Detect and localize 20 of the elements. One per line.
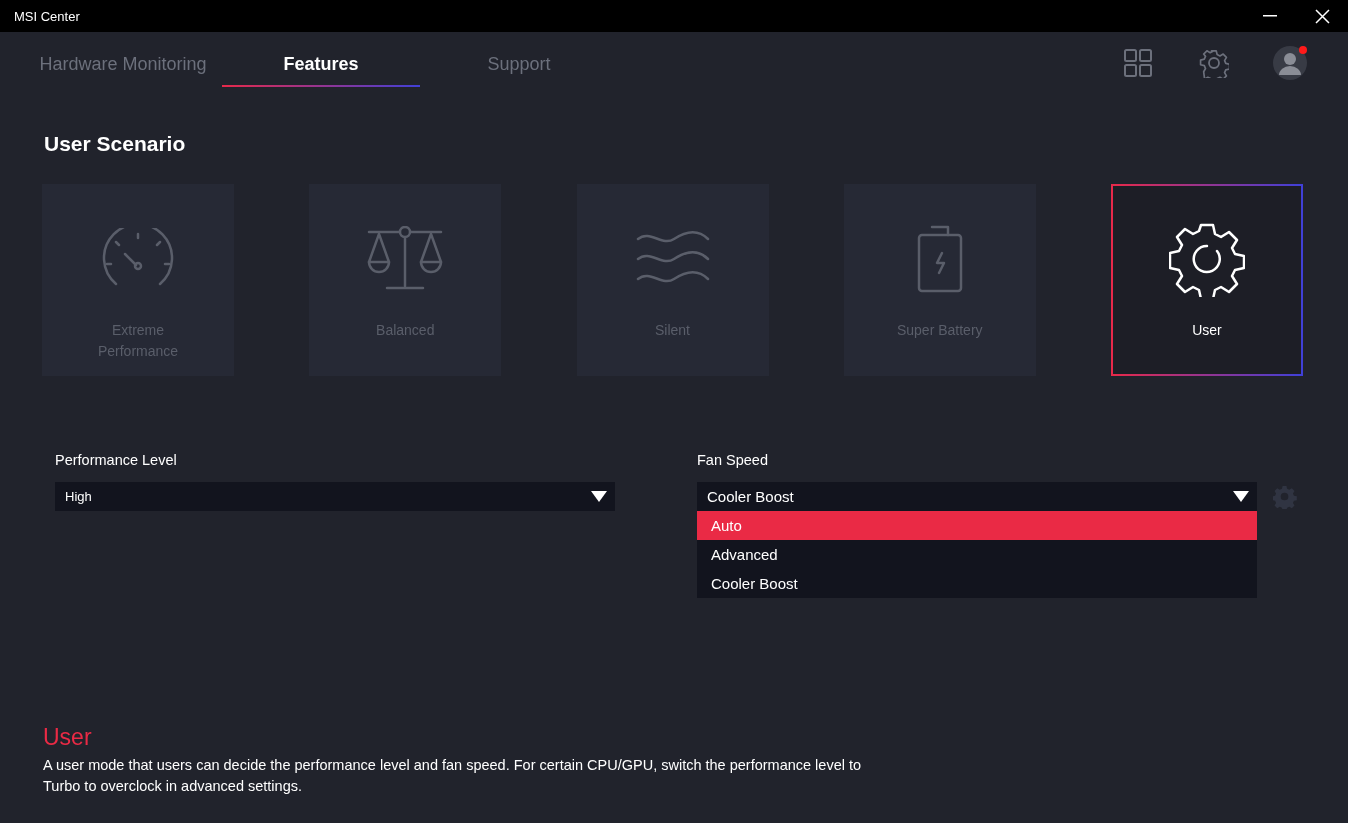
minimize-icon[interactable] — [1263, 15, 1277, 17]
gear-icon — [1169, 221, 1245, 297]
section-title: User Scenario — [44, 132, 187, 156]
caret-icon — [591, 491, 607, 502]
scenario-card[interactable]: User — [1111, 184, 1303, 376]
mode-title: User — [43, 724, 93, 751]
field-label: Fan Speed — [697, 452, 769, 468]
battery-icon — [915, 225, 964, 293]
dropdown-option[interactable]: Auto — [697, 511, 1257, 540]
mode-description: A user mode that users can decide the performance level and fan speed. For certain CPU/GPU, switch the performance level to Turbo to overclock in advanced settings. — [43, 756, 863, 796]
nav-tab[interactable]: Support — [420, 39, 618, 87]
field-label: Performance Level — [55, 452, 178, 468]
nav-tab[interactable]: Features — [222, 39, 420, 87]
close-icon[interactable] — [1314, 8, 1330, 24]
avatar-button[interactable] — [1270, 43, 1310, 83]
performance-dropdown[interactable]: High — [55, 482, 615, 511]
window-title: MSI Center — [14, 8, 81, 24]
fan-speed-dropdown[interactable]: Cooler Boost — [697, 482, 1257, 511]
nav-tab[interactable]: Hardware Monitoring — [24, 39, 222, 87]
caret-icon — [1233, 491, 1249, 502]
